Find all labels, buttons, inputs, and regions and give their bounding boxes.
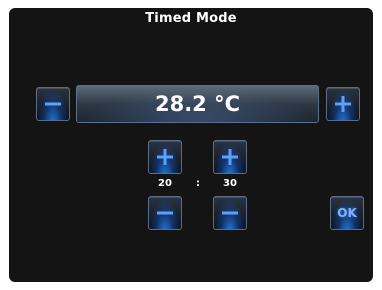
temperature-display: 28.2 °C	[76, 85, 319, 123]
hours-decrease-button[interactable]	[148, 196, 182, 230]
timer-separator: :	[196, 178, 200, 189]
minus-icon	[157, 211, 173, 215]
plus-icon	[157, 149, 173, 165]
minus-icon	[45, 102, 61, 106]
hours-increase-button[interactable]	[148, 140, 182, 174]
temp-decrease-button[interactable]	[36, 87, 70, 121]
timer-hours: 20	[158, 178, 172, 189]
timer-minutes: 30	[223, 178, 237, 189]
ok-button[interactable]: OK	[330, 196, 364, 230]
minutes-decrease-button[interactable]	[213, 196, 247, 230]
minutes-increase-button[interactable]	[213, 140, 247, 174]
device-screen: Timed Mode 28.2 °C 20 : 30 OK	[9, 8, 373, 282]
temperature-value: 28.2 °C	[154, 92, 241, 116]
ok-button-label: OK	[337, 206, 357, 220]
page-title: Timed Mode	[145, 11, 237, 26]
minus-icon	[222, 211, 238, 215]
temp-increase-button[interactable]	[326, 87, 360, 121]
plus-icon	[222, 149, 238, 165]
plus-icon	[335, 96, 351, 112]
